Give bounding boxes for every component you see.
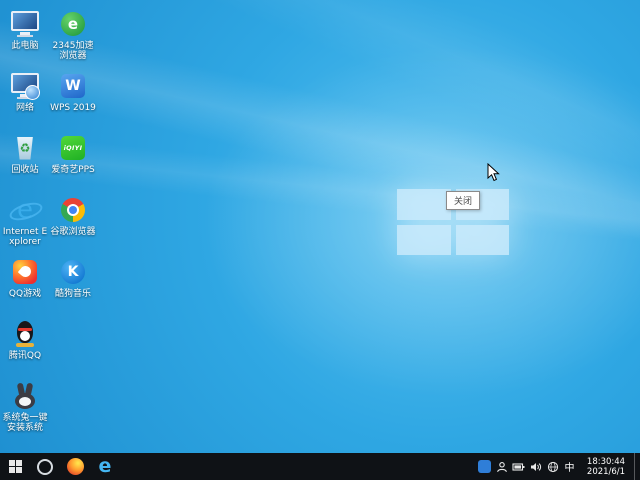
person-icon: [496, 461, 508, 473]
recycle-symbol: ♻: [20, 142, 31, 154]
battery-icon: [512, 461, 525, 473]
desktop-icon-network[interactable]: 网络: [2, 72, 48, 113]
network-globe-icon: [547, 461, 559, 473]
wps-w-glyph: W: [61, 74, 85, 98]
iqiyi-wordmark: iQIYI: [61, 136, 85, 160]
edge-taskbar-button[interactable]: e: [90, 453, 120, 480]
cortana-icon: [37, 459, 53, 475]
kugou-k-glyph: K: [61, 260, 85, 284]
desktop-icon-label: 谷歌浏览器: [50, 227, 95, 237]
tray-app-button[interactable]: [476, 453, 493, 480]
show-desktop-button[interactable]: [634, 453, 640, 480]
wallpaper-light-beam: [0, 0, 640, 277]
cortana-button[interactable]: [30, 453, 60, 480]
globe-icon: [25, 85, 40, 100]
desktop-icon-wps-2019[interactable]: W WPS 2019: [50, 72, 96, 113]
wallpaper-light-beam: [0, 0, 640, 301]
windows-logo-pane: [397, 225, 451, 256]
system-tray: 中 18:30:44 2021/6/1: [476, 453, 640, 480]
firefox-taskbar-button[interactable]: [60, 453, 90, 480]
desktop-icon-label: 此电脑: [11, 41, 38, 51]
firefox-icon: [67, 458, 84, 475]
rabbit-icon: [11, 382, 39, 410]
input-method-label: 中: [565, 459, 575, 474]
tray-battery-button[interactable]: [510, 453, 527, 480]
desktop-icon-label: 网络: [16, 103, 34, 113]
chrome-icon: [59, 196, 87, 224]
desktop-icon-this-pc[interactable]: 此电脑: [2, 10, 48, 51]
qq-penguin-icon: [11, 320, 39, 348]
desktop-icon-label: WPS 2019: [50, 103, 96, 113]
mouse-cursor: [487, 163, 501, 183]
desktop-icon-chrome[interactable]: 谷歌浏览器: [50, 196, 96, 237]
desktop-icon-xitongtu-installer[interactable]: 系统兔一键安装系统: [2, 382, 48, 433]
tray-input-indicator[interactable]: 中: [561, 453, 578, 480]
recycle-bin-icon: ♻: [11, 134, 39, 162]
windows-logo-pane: [456, 225, 510, 256]
desktop-icon-2345-browser[interactable]: e 2345加速浏览器: [50, 10, 96, 61]
desktop-icon-tencent-qq[interactable]: 腾讯QQ: [2, 320, 48, 361]
desktop-icon-label: 酷狗音乐: [55, 289, 91, 299]
desktop-icon-kugou-music[interactable]: K 酷狗音乐: [50, 258, 96, 299]
desktop-icon-iqiyi-pps[interactable]: iQIYI 爱奇艺PPS: [50, 134, 96, 175]
windows-logo-pane: [397, 189, 451, 220]
desktop: 此电脑 网络 ♻ 回收站 e Internet Explorer QQ游戏 腾讯…: [0, 0, 640, 480]
clock-time: 18:30:44: [587, 457, 625, 467]
desktop-icon-label: Internet Explorer: [2, 227, 48, 247]
clock-date: 2021/6/1: [587, 467, 625, 477]
2345-e-glyph: e: [61, 12, 85, 36]
tray-volume-button[interactable]: [527, 453, 544, 480]
blue-app-icon: [478, 460, 491, 473]
qq-games-icon: [11, 258, 39, 286]
edge-icon: e: [99, 457, 112, 476]
desktop-icon-label: 腾讯QQ: [9, 351, 41, 361]
start-button[interactable]: [0, 453, 30, 480]
desktop-icon-recycle-bin[interactable]: ♻ 回收站: [2, 134, 48, 175]
internet-explorer-icon: e: [11, 196, 39, 224]
speaker-icon: [530, 461, 542, 473]
this-pc-icon: [11, 10, 39, 38]
wps-icon: W: [59, 72, 87, 100]
desktop-icon-label: 系统兔一键安装系统: [2, 413, 48, 433]
taskbar: e: [0, 453, 640, 480]
desktop-icon-label: QQ游戏: [9, 289, 41, 299]
2345-browser-icon: e: [59, 10, 87, 38]
tray-people-button[interactable]: [493, 453, 510, 480]
tooltip: 关闭: [446, 191, 480, 210]
desktop-icon-label: 回收站: [11, 165, 38, 175]
windows-start-icon: [9, 460, 22, 473]
kugou-icon: K: [59, 258, 87, 286]
desktop-icon-label: 爱奇艺PPS: [51, 165, 95, 175]
wallpaper-light-beam: [0, 116, 640, 262]
taskbar-clock[interactable]: 18:30:44 2021/6/1: [578, 457, 634, 477]
desktop-icon-qq-games[interactable]: QQ游戏: [2, 258, 48, 299]
desktop-icon-internet-explorer[interactable]: e Internet Explorer: [2, 196, 48, 247]
tray-network-button[interactable]: [544, 453, 561, 480]
desktop-icon-label: 2345加速浏览器: [50, 41, 96, 61]
iqiyi-icon: iQIYI: [59, 134, 87, 162]
network-icon: [11, 72, 39, 100]
